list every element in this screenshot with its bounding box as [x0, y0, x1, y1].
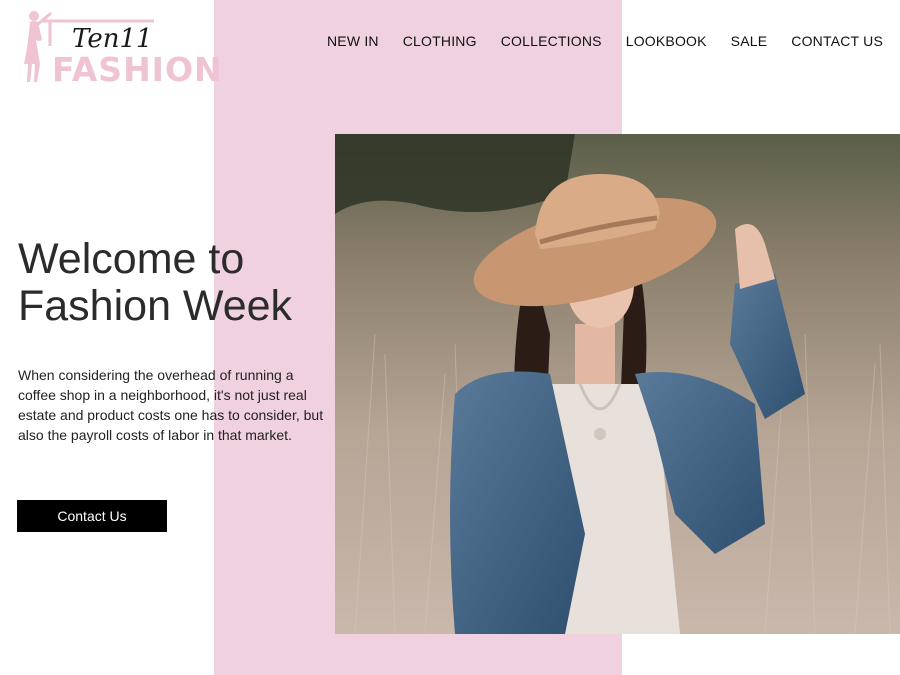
nav-item-sale[interactable]: SALE	[731, 33, 768, 49]
nav-item-collections[interactable]: COLLECTIONS	[501, 33, 602, 49]
hero-description: When considering the overhead of running…	[18, 367, 324, 443]
brand-logo[interactable]: Ten11 FASHION	[16, 6, 222, 88]
contact-us-button[interactable]: Contact Us	[17, 500, 167, 532]
hero-photo	[335, 134, 900, 634]
logo-brand-text: FASHION	[52, 50, 223, 89]
nav-item-contact-us[interactable]: CONTACT US	[791, 33, 883, 49]
nav-item-new-in[interactable]: NEW IN	[327, 33, 379, 49]
nav-item-clothing[interactable]: CLOTHING	[403, 33, 477, 49]
woman-in-hat-photo-icon	[335, 134, 900, 634]
nav-item-lookbook[interactable]: LOOKBOOK	[626, 33, 707, 49]
main-navigation: NEW IN CLOTHING COLLECTIONS LOOKBOOK SAL…	[327, 33, 883, 49]
hero-title: Welcome to Fashion Week	[18, 235, 293, 330]
